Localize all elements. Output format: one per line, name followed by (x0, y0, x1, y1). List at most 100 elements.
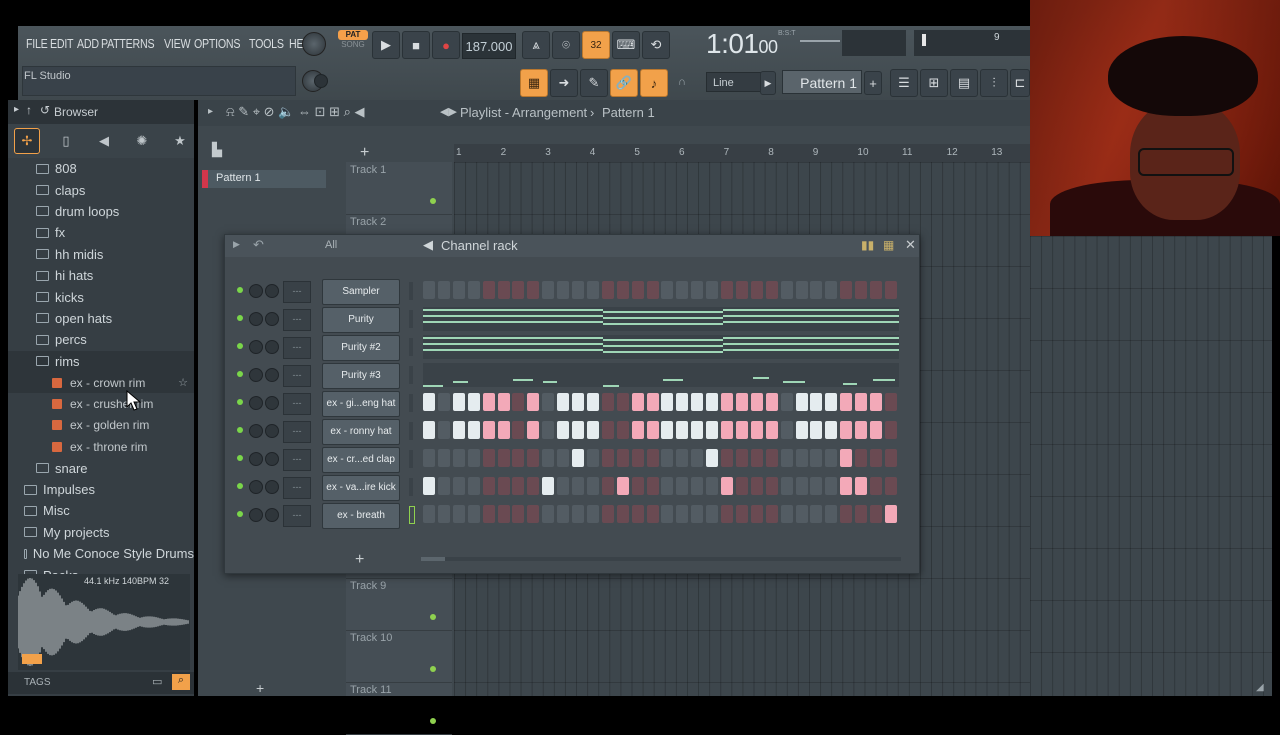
resize-corner-icon[interactable]: ◢ (1256, 682, 1264, 693)
browser-file-item[interactable]: ex - crusher rim (8, 393, 194, 414)
step-button[interactable] (423, 477, 435, 495)
record-button[interactable]: ● (432, 31, 460, 59)
step-button[interactable] (735, 281, 748, 299)
star-icon[interactable]: ★ (168, 129, 192, 153)
mixer-track-selector[interactable]: --- (283, 309, 311, 331)
step-button[interactable] (706, 505, 719, 523)
step-button[interactable] (646, 281, 659, 299)
step-edit-button[interactable]: ⌨ (612, 31, 640, 59)
step-button[interactable] (706, 449, 719, 467)
playlist-snap-button[interactable]: ▦ (520, 69, 548, 97)
favorite-star-icon[interactable]: ☆ (178, 376, 188, 389)
close-icon[interactable]: ✕ (905, 237, 916, 253)
step-button[interactable] (765, 393, 778, 411)
step-button[interactable] (631, 477, 644, 495)
rack-play-icon[interactable]: ▶ (233, 239, 240, 250)
step-button[interactable] (691, 477, 704, 495)
step-button[interactable] (884, 421, 897, 439)
step-button[interactable] (676, 505, 689, 523)
channel-select-indicator[interactable] (409, 450, 413, 468)
step-button[interactable] (646, 393, 659, 411)
tools-icons[interactable]: ⍾ ✎ ⌖ ⊘ 🔈 ⇔ ⊡ ⊞ ⌕ ◀ (226, 104, 364, 120)
channel-select-indicator[interactable] (409, 506, 415, 524)
step-button[interactable] (765, 505, 778, 523)
step-button[interactable] (542, 421, 555, 439)
step-button[interactable] (840, 281, 853, 299)
channel-name-button[interactable]: ex - gi...eng hat (322, 391, 400, 417)
step-button[interactable] (616, 393, 629, 411)
step-button[interactable] (452, 449, 465, 467)
browser-folder-item[interactable]: fx (8, 222, 194, 243)
step-button[interactable] (437, 505, 450, 523)
step-button[interactable] (557, 393, 570, 411)
step-button[interactable] (527, 281, 540, 299)
step-button[interactable] (691, 449, 704, 467)
step-button[interactable] (452, 477, 465, 495)
step-button[interactable] (750, 421, 763, 439)
step-button[interactable] (557, 421, 570, 439)
browser-folder-item[interactable]: percs (8, 329, 194, 350)
track-enable-led[interactable] (430, 718, 436, 724)
step-button[interactable] (646, 421, 659, 439)
step-button[interactable] (884, 449, 897, 467)
search-icon[interactable]: ⌕ (172, 674, 190, 690)
tags-label[interactable]: TAGS (24, 677, 50, 688)
channel-name-button[interactable]: Purity #3 (322, 363, 400, 389)
step-button[interactable] (795, 505, 808, 523)
channel-volume-knob[interactable] (249, 312, 263, 326)
mixer-track-selector[interactable]: --- (283, 421, 311, 443)
play-button[interactable]: ▶ (372, 31, 400, 59)
step-button[interactable] (721, 477, 733, 495)
browser-file-item[interactable]: ex - crown rim ☆ (8, 371, 194, 394)
step-button[interactable] (601, 393, 614, 411)
step-button[interactable] (452, 281, 465, 299)
add-pattern-bottom-button[interactable]: + (256, 680, 264, 696)
step-button[interactable] (437, 281, 450, 299)
typing-keyboard-button[interactable]: ♪ (640, 69, 668, 97)
step-button[interactable] (884, 393, 897, 411)
step-button[interactable] (616, 421, 629, 439)
step-button[interactable] (586, 281, 599, 299)
step-button[interactable] (527, 449, 540, 467)
track-header[interactable]: Track 11 (346, 682, 452, 735)
step-button[interactable] (631, 281, 644, 299)
channel-volume-knob[interactable] (249, 480, 263, 494)
song-mode[interactable]: SONG (338, 40, 368, 50)
channel-select-indicator[interactable] (409, 282, 413, 300)
step-button[interactable] (750, 449, 763, 467)
browser-folder-item[interactable]: hi hats (8, 265, 194, 286)
step-button[interactable] (855, 449, 868, 467)
timeline-ruler[interactable]: 1 2 3 4 5 6 7 8 9 10 11 12 13 (454, 144, 1030, 162)
step-button[interactable] (884, 281, 897, 299)
step-button[interactable] (795, 449, 808, 467)
mixer-track-selector[interactable]: --- (283, 477, 311, 499)
step-button[interactable] (542, 393, 555, 411)
piano-roll-preview[interactable] (423, 363, 899, 387)
tempo-display[interactable]: 187.000 (462, 33, 516, 59)
step-button[interactable] (467, 449, 480, 467)
step-button[interactable] (512, 281, 525, 299)
channel-volume-knob[interactable] (249, 368, 263, 382)
step-button[interactable] (691, 281, 704, 299)
step-button[interactable] (735, 393, 748, 411)
plugin-picker-button[interactable]: ⊏ (1010, 69, 1030, 97)
step-button[interactable] (661, 449, 674, 467)
step-button[interactable] (452, 421, 465, 439)
step-button[interactable] (482, 449, 495, 467)
step-button[interactable] (810, 449, 823, 467)
step-button[interactable] (661, 477, 674, 495)
add-pattern-button[interactable]: + (864, 71, 882, 95)
channel-pan-knob[interactable] (265, 396, 279, 410)
mixer-track-selector[interactable]: --- (283, 337, 311, 359)
step-button[interactable] (855, 477, 868, 495)
menu-item[interactable]: VIEW (164, 36, 191, 51)
rack-layout-icon[interactable]: ▦ (883, 238, 894, 252)
step-button[interactable] (631, 393, 644, 411)
step-button[interactable] (661, 421, 674, 439)
channel-mute-led[interactable] (237, 483, 243, 489)
step-button[interactable] (780, 281, 793, 299)
channel-rack-window-button[interactable]: ▤ (950, 69, 978, 97)
step-button[interactable] (512, 505, 525, 523)
step-button[interactable] (646, 477, 659, 495)
step-button[interactable] (855, 421, 868, 439)
